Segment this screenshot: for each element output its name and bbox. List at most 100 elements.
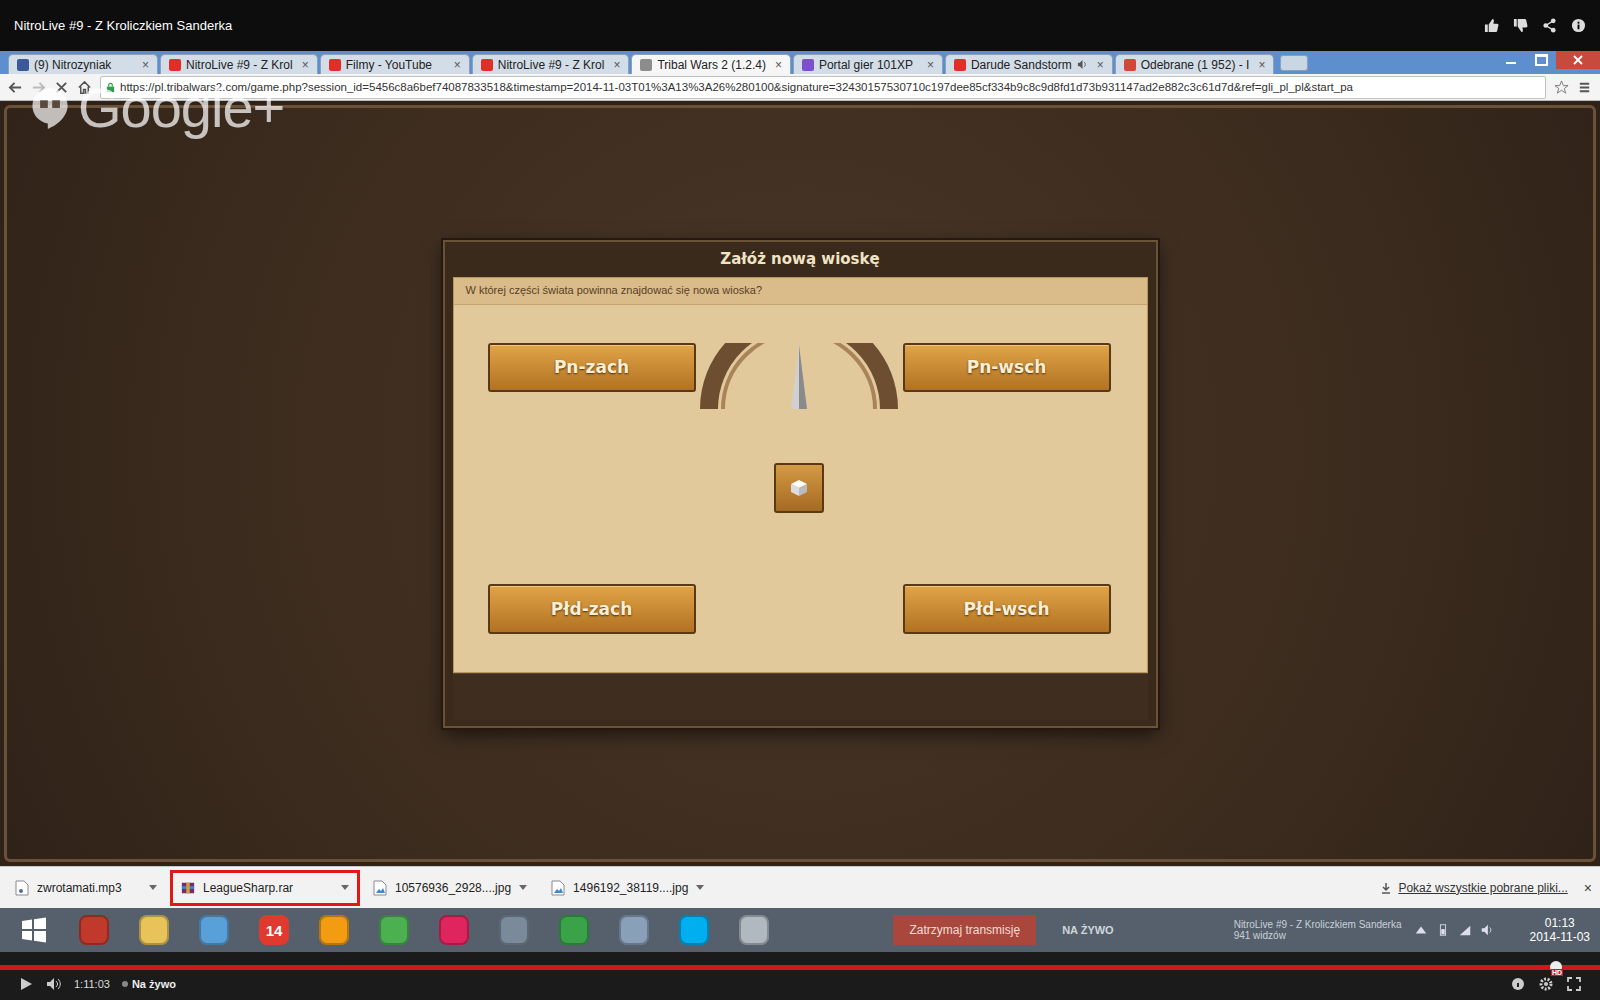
close-window-button[interactable]: [1556, 51, 1600, 69]
maximize-button[interactable]: [1526, 51, 1556, 69]
viewer-count: 941 widzów: [1234, 930, 1402, 941]
downloads-bar: zwrotamati.mp3LeagueSharp.rar10576936_29…: [0, 866, 1600, 908]
app-icon: [559, 915, 589, 945]
tab-close-button[interactable]: ×: [923, 58, 934, 72]
archive-file-icon: [181, 880, 195, 896]
taskbar-app[interactable]: [664, 910, 724, 950]
tab-close-button[interactable]: ×: [450, 58, 461, 72]
taskbar: 14Zatrzymaj transmisjęNA ŻYWONitroLive #…: [0, 908, 1600, 952]
close-downloads-button[interactable]: ×: [1584, 880, 1592, 896]
browser-tab[interactable]: Portal gier 101XP ×: [793, 54, 943, 74]
taskbar-app[interactable]: [4, 910, 64, 950]
app-badge-icon: 14: [259, 915, 289, 945]
download-menu-caret[interactable]: [149, 885, 157, 890]
app-icon: [79, 915, 109, 945]
minimize-button[interactable]: [1496, 51, 1526, 69]
annotation-icon[interactable]: [1510, 976, 1526, 992]
image-file-icon: [551, 880, 565, 896]
speaker-icon: [1077, 59, 1088, 70]
browser-tab[interactable]: Filmy - YouTube×: [320, 54, 470, 74]
browser-tab[interactable]: Darude Sandstorm ×: [945, 54, 1113, 74]
taskbar-app[interactable]: [484, 910, 544, 950]
battery-icon[interactable]: [1436, 923, 1450, 937]
browser-tab[interactable]: (9) Nitrozyniak×: [8, 54, 158, 74]
share-icon[interactable]: [1542, 18, 1557, 33]
taskbar-app[interactable]: [124, 910, 184, 950]
tab-label: Portal gier 101XP: [819, 58, 913, 72]
system-tray: 01:132014-11-03: [1414, 916, 1591, 944]
settings-button[interactable]: HD: [1538, 976, 1554, 992]
taskbar-app[interactable]: [64, 910, 124, 950]
show-all-downloads-link[interactable]: Pokaż wszystkie pobrane pliki...: [1398, 881, 1567, 895]
download-menu-caret[interactable]: [341, 885, 349, 890]
tab-close-button[interactable]: ×: [138, 58, 149, 72]
progress-bar[interactable]: [0, 965, 1600, 970]
back-arrow-icon[interactable]: [8, 80, 23, 95]
stop-loading-icon[interactable]: [54, 80, 69, 95]
taskbar-app[interactable]: [724, 910, 784, 950]
download-menu-caret[interactable]: [696, 885, 704, 890]
taskbar-app[interactable]: [364, 910, 424, 950]
download-menu-caret[interactable]: [519, 885, 527, 890]
taskbar-app[interactable]: [544, 910, 604, 950]
video-title: NitroLive #9 - Z Kroliczkiem Sanderka: [14, 18, 232, 33]
play-icon[interactable]: [18, 976, 34, 992]
tab-close-button[interactable]: ×: [298, 58, 309, 72]
direction-button[interactable]: Płd-wsch: [903, 584, 1111, 634]
direction-button[interactable]: Płd-zach: [488, 584, 696, 634]
tab-label: Darude Sandstorm: [971, 58, 1072, 72]
taskbar-app[interactable]: [184, 910, 244, 950]
volume-icon[interactable]: [46, 976, 62, 992]
forward-arrow-icon[interactable]: [31, 80, 46, 95]
download-item[interactable]: 1496192_38119....jpg: [540, 870, 715, 906]
favicon-icon: [329, 59, 341, 71]
info-icon[interactable]: [1571, 18, 1586, 33]
direction-button[interactable]: Pn-wsch: [903, 343, 1111, 392]
volume-icon[interactable]: [1480, 923, 1494, 937]
taskbar-app[interactable]: [604, 910, 664, 950]
screen: NitroLive #9 - Z Kroliczkiem Sanderka (9)…: [0, 0, 1600, 1000]
taskbar-app[interactable]: [424, 910, 484, 950]
home-icon[interactable]: [77, 80, 92, 95]
random-direction-button[interactable]: [774, 463, 824, 513]
clock[interactable]: 01:132014-11-03: [1530, 916, 1591, 944]
thumb-down-icon[interactable]: [1513, 18, 1528, 33]
audio-file-icon: [15, 880, 29, 896]
download-name: 1496192_38119....jpg: [573, 881, 688, 895]
browser-tab[interactable]: Odebrane (1 952) - I×: [1115, 54, 1275, 74]
thumb-up-icon[interactable]: [1484, 18, 1499, 33]
tab-close-button[interactable]: ×: [771, 58, 782, 72]
network-icon[interactable]: [1414, 923, 1428, 937]
window-controls: [1496, 51, 1600, 69]
download-item[interactable]: LeagueSharp.rar: [170, 870, 360, 906]
browser-tab[interactable]: NitroLive #9 - Z Krol×: [160, 54, 318, 74]
elapsed-time: 1:11:03: [74, 978, 110, 990]
browser-tab[interactable]: Tribal Wars 2 (1.2.4) ×: [631, 54, 790, 74]
direction-button[interactable]: Pn-zach: [488, 343, 696, 392]
lock-icon: [105, 82, 116, 93]
fullscreen-icon[interactable]: [1566, 976, 1582, 992]
address-bar[interactable]: https://pl.tribalwars2.com/game.php?sess…: [100, 76, 1546, 99]
tab-label: Tribal Wars 2 (1.2.4): [657, 58, 765, 72]
favicon-icon: [954, 59, 966, 71]
dialog-footer: [453, 673, 1148, 720]
taskbar-app[interactable]: 14: [244, 910, 304, 950]
new-tab-button[interactable]: [1280, 55, 1308, 71]
tab-close-button[interactable]: ×: [609, 58, 620, 72]
gear-icon: [1538, 976, 1554, 992]
download-item[interactable]: 10576936_2928....jpg: [362, 870, 538, 906]
taskbar-app[interactable]: [304, 910, 364, 950]
stop-broadcast-button[interactable]: Zatrzymaj transmisję: [893, 915, 1036, 945]
browser-tab[interactable]: NitroLive #9 - Z Krol×: [472, 54, 630, 74]
signal-icon[interactable]: [1458, 923, 1472, 937]
download-item[interactable]: zwrotamati.mp3: [4, 870, 168, 906]
browser-toolbar: https://pl.tribalwars2.com/game.php?sess…: [0, 74, 1600, 101]
dialog-header: Załóż nową wioskę: [445, 242, 1156, 277]
star-icon[interactable]: [1554, 80, 1569, 95]
app-icon: [439, 915, 469, 945]
tab-close-button[interactable]: ×: [1093, 58, 1104, 72]
menu-icon[interactable]: [1577, 80, 1592, 95]
tab-strip: (9) Nitrozyniak×NitroLive #9 - Z Krol×Fi…: [0, 51, 1600, 74]
favicon-icon: [17, 59, 29, 71]
tab-close-button[interactable]: ×: [1254, 58, 1265, 72]
